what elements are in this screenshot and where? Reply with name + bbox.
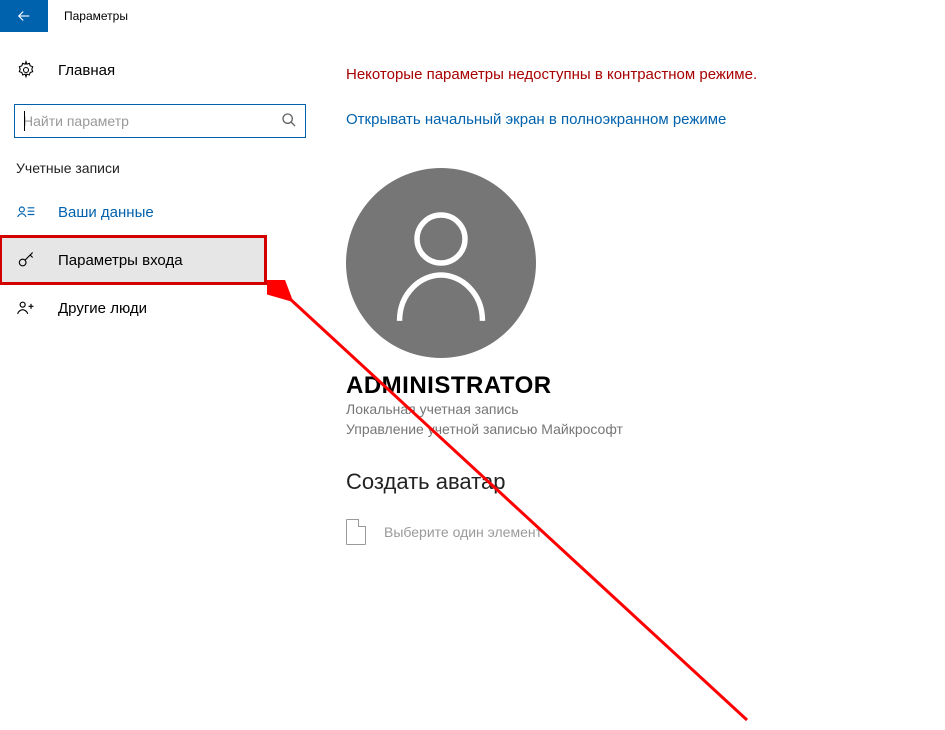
person-card-icon (16, 203, 40, 221)
search-input[interactable] (23, 105, 281, 137)
nav-item-other-users[interactable]: Другие люди (0, 284, 320, 332)
username: ADMINISTRATOR (346, 372, 925, 400)
arrow-left-icon (15, 7, 33, 25)
person-icon (386, 203, 496, 323)
create-avatar-heading: Создать аватар (346, 469, 925, 495)
main-content: Некоторые параметры недоступны в контрас… (320, 32, 945, 723)
window-title: Параметры (48, 9, 128, 23)
file-icon (346, 519, 366, 545)
gear-icon (16, 60, 40, 80)
category-label: Учетные записи (0, 138, 320, 188)
ms-account-link[interactable]: Управление учетной записью Майкрософт (346, 420, 925, 440)
home-button[interactable]: Главная (0, 50, 320, 90)
avatar-picker[interactable]: Выберите один элемент (346, 519, 925, 545)
back-button[interactable] (0, 0, 48, 32)
search-box[interactable] (14, 104, 306, 138)
home-label: Главная (58, 62, 115, 79)
people-plus-icon (16, 299, 40, 317)
key-icon (16, 250, 40, 270)
nav-label: Ваши данные (58, 204, 154, 221)
fullscreen-link[interactable]: Открывать начальный экран в полноэкранно… (346, 111, 726, 128)
account-type: Локальная учетная запись (346, 400, 925, 420)
avatar-placeholder (346, 168, 536, 358)
sidebar: Главная Учетные записи Ваши данные (0, 32, 320, 723)
picker-hint: Выберите один элемент (384, 524, 542, 540)
avatar-section: ADMINISTRATOR Локальная учетная запись У… (346, 168, 925, 545)
nav-item-your-info[interactable]: Ваши данные (0, 188, 320, 236)
nav-item-sign-in-options[interactable]: Параметры входа (0, 236, 266, 284)
text-cursor (24, 111, 25, 131)
contrast-warning: Некоторые параметры недоступны в контрас… (346, 66, 925, 83)
titlebar: Параметры (0, 0, 945, 32)
nav-label: Другие люди (58, 300, 147, 317)
nav-label: Параметры входа (58, 252, 183, 269)
search-icon (281, 112, 297, 131)
